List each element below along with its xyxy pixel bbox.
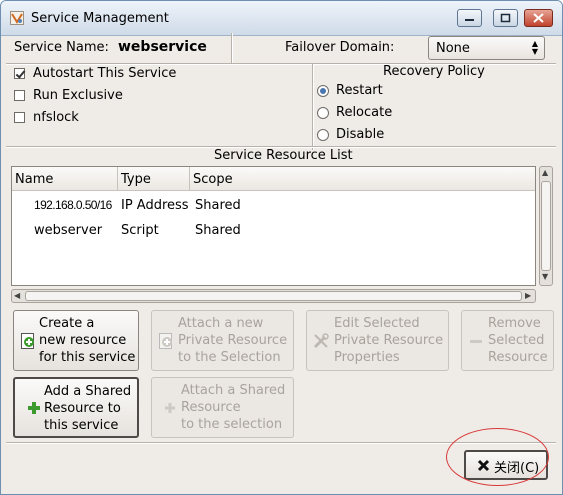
edit-line1: Edit Selected — [334, 316, 420, 331]
window-title: Service Management — [31, 11, 169, 26]
maximize-icon — [500, 13, 511, 23]
attach-shared-resource-button[interactable]: Attach a Shared Resource to the selectio… — [151, 377, 294, 438]
attach-private-resource-button[interactable]: Attach a new Private Resource to the Sel… — [151, 310, 294, 371]
attach-shared-line1: Attach a Shared — [181, 383, 286, 398]
plus-icon — [165, 403, 175, 413]
plus-page-icon — [159, 333, 172, 349]
minimize-button[interactable] — [457, 9, 482, 27]
remove-line2: Selected — [488, 333, 545, 348]
close-window-button[interactable] — [524, 9, 553, 27]
vertical-scrollbar[interactable]: ▲ ▼ — [539, 166, 553, 286]
relocate-radio[interactable] — [317, 107, 329, 119]
tools-icon — [313, 333, 329, 349]
maximize-button[interactable] — [493, 9, 518, 27]
dialog-content: Service Name: webservice Failover Domain… — [1, 33, 562, 494]
close-button-label: 关闭(C) — [494, 461, 540, 476]
create-new-resource-button[interactable]: Create a new resource for this service — [13, 310, 139, 371]
run-exclusive-label[interactable]: Run Exclusive — [33, 88, 123, 103]
resource-scope: Shared — [195, 223, 241, 238]
column-header-name[interactable]: Name — [12, 167, 118, 191]
divider — [231, 33, 233, 63]
scroll-up-icon[interactable]: ▲ — [542, 168, 548, 177]
remove-line3: Resource — [488, 350, 548, 365]
failover-domain-select[interactable]: None ▲ ▼ — [428, 36, 545, 60]
resource-scope: Shared — [195, 198, 241, 213]
attach-private-line2: Private Resource — [178, 333, 288, 348]
scroll-right-icon[interactable]: ▶ — [525, 291, 531, 300]
create-line2: new resource — [39, 333, 127, 348]
add-shared-line1: Add a Shared — [44, 384, 132, 399]
app-icon — [10, 11, 24, 25]
service-name-label: Service Name: — [14, 40, 109, 55]
service-management-window: Service Management Service Name: webserv… — [0, 0, 563, 495]
divider — [312, 64, 314, 150]
scroll-thumb[interactable] — [541, 181, 551, 271]
table-row[interactable]: webserver Script Shared — [12, 220, 535, 244]
divider — [6, 442, 556, 444]
add-shared-line3: this service — [44, 418, 119, 433]
scroll-thumb[interactable] — [25, 291, 522, 301]
create-line1: Create a — [39, 316, 95, 331]
restart-radio[interactable] — [317, 85, 329, 97]
attach-shared-line3: to the selection — [181, 417, 283, 432]
column-header-type[interactable]: Type — [118, 167, 190, 191]
resource-list[interactable]: Name Type Scope 192.168.0.50/16 IP Addre… — [11, 166, 536, 286]
title-bar[interactable]: Service Management — [1, 1, 562, 36]
edit-line3: Properties — [334, 350, 400, 365]
attach-shared-line2: Resource — [181, 400, 241, 415]
failover-domain-label: Failover Domain: — [285, 40, 395, 55]
resource-name: webserver — [34, 223, 103, 238]
create-line3: for this service — [39, 350, 136, 365]
autostart-label[interactable]: Autostart This Service — [33, 66, 176, 81]
nfslock-checkbox[interactable] — [14, 112, 25, 123]
table-row[interactable]: 192.168.0.50/16 IP Address Shared — [12, 195, 535, 219]
autostart-checkbox[interactable] — [14, 68, 25, 79]
recovery-policy-title: Recovery Policy — [383, 64, 485, 79]
resource-type: Script — [121, 223, 159, 238]
disable-radio[interactable] — [317, 129, 329, 141]
column-header-scope[interactable]: Scope — [190, 167, 535, 191]
edit-private-resource-button[interactable]: Edit Selected Private Resource Propertie… — [306, 310, 449, 371]
minus-icon — [470, 340, 482, 343]
combo-arrows-icon: ▲ ▼ — [531, 39, 538, 56]
plus-icon — [28, 402, 40, 414]
scroll-left-icon[interactable]: ◀ — [14, 291, 20, 300]
close-icon — [533, 13, 544, 23]
run-exclusive-checkbox[interactable] — [14, 90, 25, 101]
attach-private-line1: Attach a new — [178, 316, 264, 331]
disable-label[interactable]: Disable — [336, 127, 384, 142]
minimize-icon — [465, 19, 474, 21]
close-button[interactable]: 关闭(C) — [464, 450, 548, 480]
add-shared-line2: Resource to — [44, 401, 121, 416]
attach-private-line3: to the Selection — [178, 350, 281, 365]
resource-name: 192.168.0.50/16 — [34, 198, 112, 212]
add-shared-resource-button[interactable]: Add a Shared Resource to this service — [13, 377, 139, 438]
horizontal-scrollbar[interactable]: ◀ ▶ — [11, 289, 536, 303]
resource-type: IP Address — [121, 198, 189, 213]
scroll-down-icon[interactable]: ▼ — [542, 272, 548, 281]
remove-line1: Remove — [488, 316, 541, 331]
edit-line2: Private Resource — [334, 333, 444, 348]
nfslock-label[interactable]: nfslock — [33, 110, 79, 125]
x-icon — [477, 459, 490, 472]
service-name-value: webservice — [118, 39, 207, 55]
resource-list-title: Service Resource List — [214, 148, 353, 163]
remove-resource-button[interactable]: Remove Selected Resource — [461, 310, 554, 371]
restart-label[interactable]: Restart — [336, 83, 383, 98]
relocate-label[interactable]: Relocate — [336, 105, 392, 120]
failover-domain-value: None — [436, 41, 470, 56]
plus-page-icon — [21, 333, 34, 349]
